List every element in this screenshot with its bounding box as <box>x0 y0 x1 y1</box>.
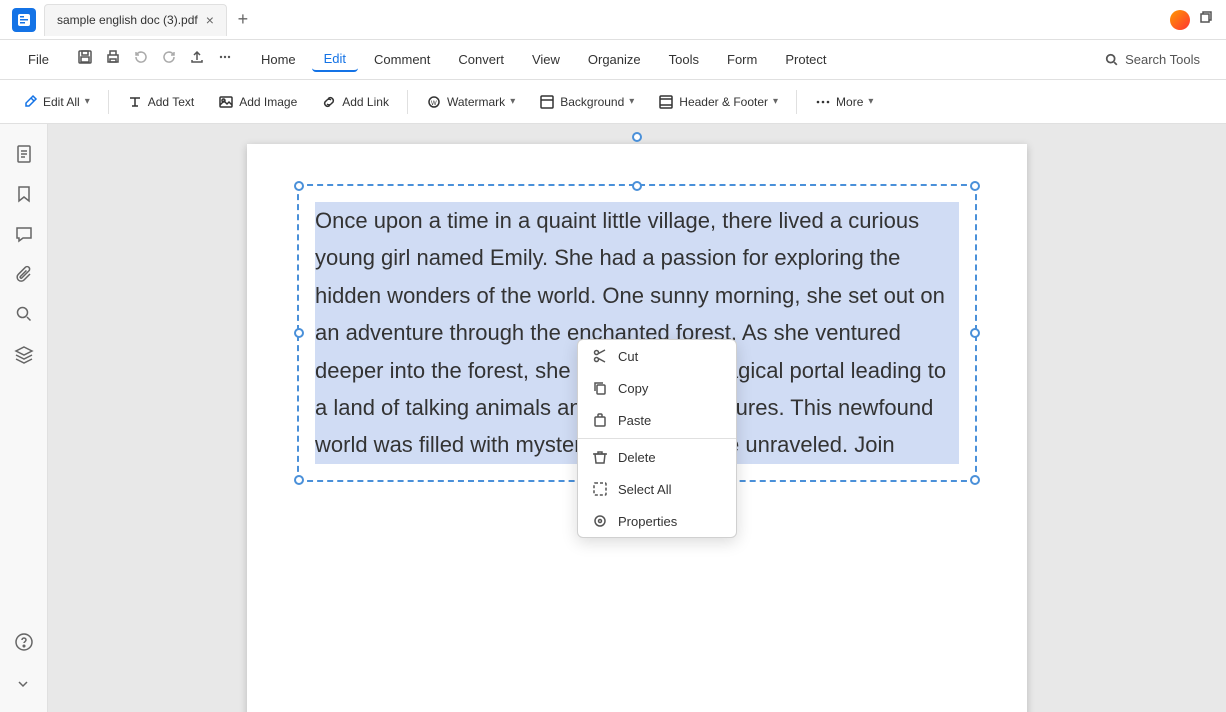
background-button[interactable]: Background ▾ <box>529 90 644 114</box>
toolbar-redo-button[interactable] <box>157 45 181 74</box>
edit-all-chevron: ▾ <box>85 96 90 107</box>
sidebar-icon-layers[interactable] <box>6 336 42 372</box>
toolbar-print-button[interactable] <box>101 45 125 74</box>
context-menu-copy[interactable]: Copy <box>578 372 736 404</box>
toolbar-more-button[interactable] <box>213 45 237 74</box>
edit-all-button[interactable]: Edit All ▾ <box>12 90 100 114</box>
add-text-button[interactable]: Add Text <box>117 90 204 114</box>
file-tab-label: sample english doc (3).pdf <box>57 13 198 27</box>
app-logo <box>12 8 36 32</box>
toolbar-save-button[interactable] <box>73 45 97 74</box>
watermark-button[interactable]: W Watermark ▾ <box>416 90 525 114</box>
handle-mr[interactable] <box>970 328 980 338</box>
context-menu-paste[interactable]: Paste <box>578 404 736 436</box>
context-menu-cut[interactable]: Cut <box>578 340 736 372</box>
svg-text:W: W <box>431 101 437 107</box>
add-image-button[interactable]: Add Image <box>208 90 307 114</box>
menu-item-organize[interactable]: Organize <box>576 48 653 71</box>
menu-item-view[interactable]: View <box>520 48 572 71</box>
menu-item-tools[interactable]: Tools <box>657 48 711 71</box>
handle-tl[interactable] <box>294 181 304 191</box>
menu-bar: File Home Edit Comment Convert View Orga… <box>0 40 1226 80</box>
watermark-chevron: ▾ <box>510 96 515 107</box>
menu-item-file[interactable]: File <box>16 48 61 71</box>
search-tools-button[interactable]: Search Tools <box>1095 48 1210 71</box>
main-layout: Once upon a time in a quaint little vill… <box>0 124 1226 712</box>
handle-tc[interactable] <box>632 181 642 191</box>
tab-area: sample english doc (3).pdf × + <box>44 4 1170 36</box>
toolbar: Edit All ▾ Add Text Add Image Add Link W… <box>0 80 1226 124</box>
background-chevron: ▾ <box>629 96 634 107</box>
handle-ml[interactable] <box>294 328 304 338</box>
more-button[interactable]: More ▾ <box>805 90 883 114</box>
menu-item-comment[interactable]: Comment <box>362 48 442 71</box>
menu-item-edit[interactable]: Edit <box>312 47 358 72</box>
context-menu: Cut Copy Paste Delete Select All <box>577 339 737 538</box>
file-tab[interactable]: sample english doc (3).pdf × <box>44 4 227 36</box>
separator-1 <box>108 90 109 114</box>
sidebar-icon-search[interactable] <box>6 296 42 332</box>
title-bar: sample english doc (3).pdf × + <box>0 0 1226 40</box>
window-restore-button[interactable] <box>1198 9 1214 30</box>
header-footer-button[interactable]: Header & Footer ▾ <box>648 90 788 114</box>
context-menu-select-all[interactable]: Select All <box>578 473 736 505</box>
sidebar-icon-collapse[interactable] <box>6 664 42 700</box>
new-tab-button[interactable]: + <box>231 8 255 32</box>
context-menu-separator <box>578 438 736 439</box>
sidebar-icon-pages[interactable] <box>6 136 42 172</box>
handle-top-center[interactable] <box>632 132 642 142</box>
add-link-button[interactable]: Add Link <box>311 90 399 114</box>
sidebar-icon-help[interactable] <box>6 624 42 660</box>
sidebar-icon-bookmarks[interactable] <box>6 176 42 212</box>
sidebar-icon-comments[interactable] <box>6 216 42 252</box>
handle-tr[interactable] <box>970 181 980 191</box>
menu-item-protect[interactable]: Protect <box>773 48 838 71</box>
tab-close-button[interactable]: × <box>206 12 214 28</box>
sidebar-icon-attachments[interactable] <box>6 256 42 292</box>
handle-bl[interactable] <box>294 475 304 485</box>
header-footer-chevron: ▾ <box>773 96 778 107</box>
more-chevron: ▾ <box>868 96 873 107</box>
context-menu-properties[interactable]: Properties <box>578 505 736 537</box>
pdf-page: Once upon a time in a quaint little vill… <box>247 144 1027 712</box>
context-menu-delete[interactable]: Delete <box>578 441 736 473</box>
toolbar-share-button[interactable] <box>185 45 209 74</box>
separator-2 <box>407 90 408 114</box>
toolbar-undo-button[interactable] <box>129 45 153 74</box>
menu-item-convert[interactable]: Convert <box>446 48 516 71</box>
pdf-viewer: Once upon a time in a quaint little vill… <box>48 124 1226 712</box>
menu-item-home[interactable]: Home <box>249 48 308 71</box>
sidebar <box>0 124 48 712</box>
separator-3 <box>796 90 797 114</box>
menu-item-form[interactable]: Form <box>715 48 769 71</box>
user-avatar[interactable] <box>1170 10 1190 30</box>
handle-br[interactable] <box>970 475 980 485</box>
search-tools-label: Search Tools <box>1125 52 1200 67</box>
